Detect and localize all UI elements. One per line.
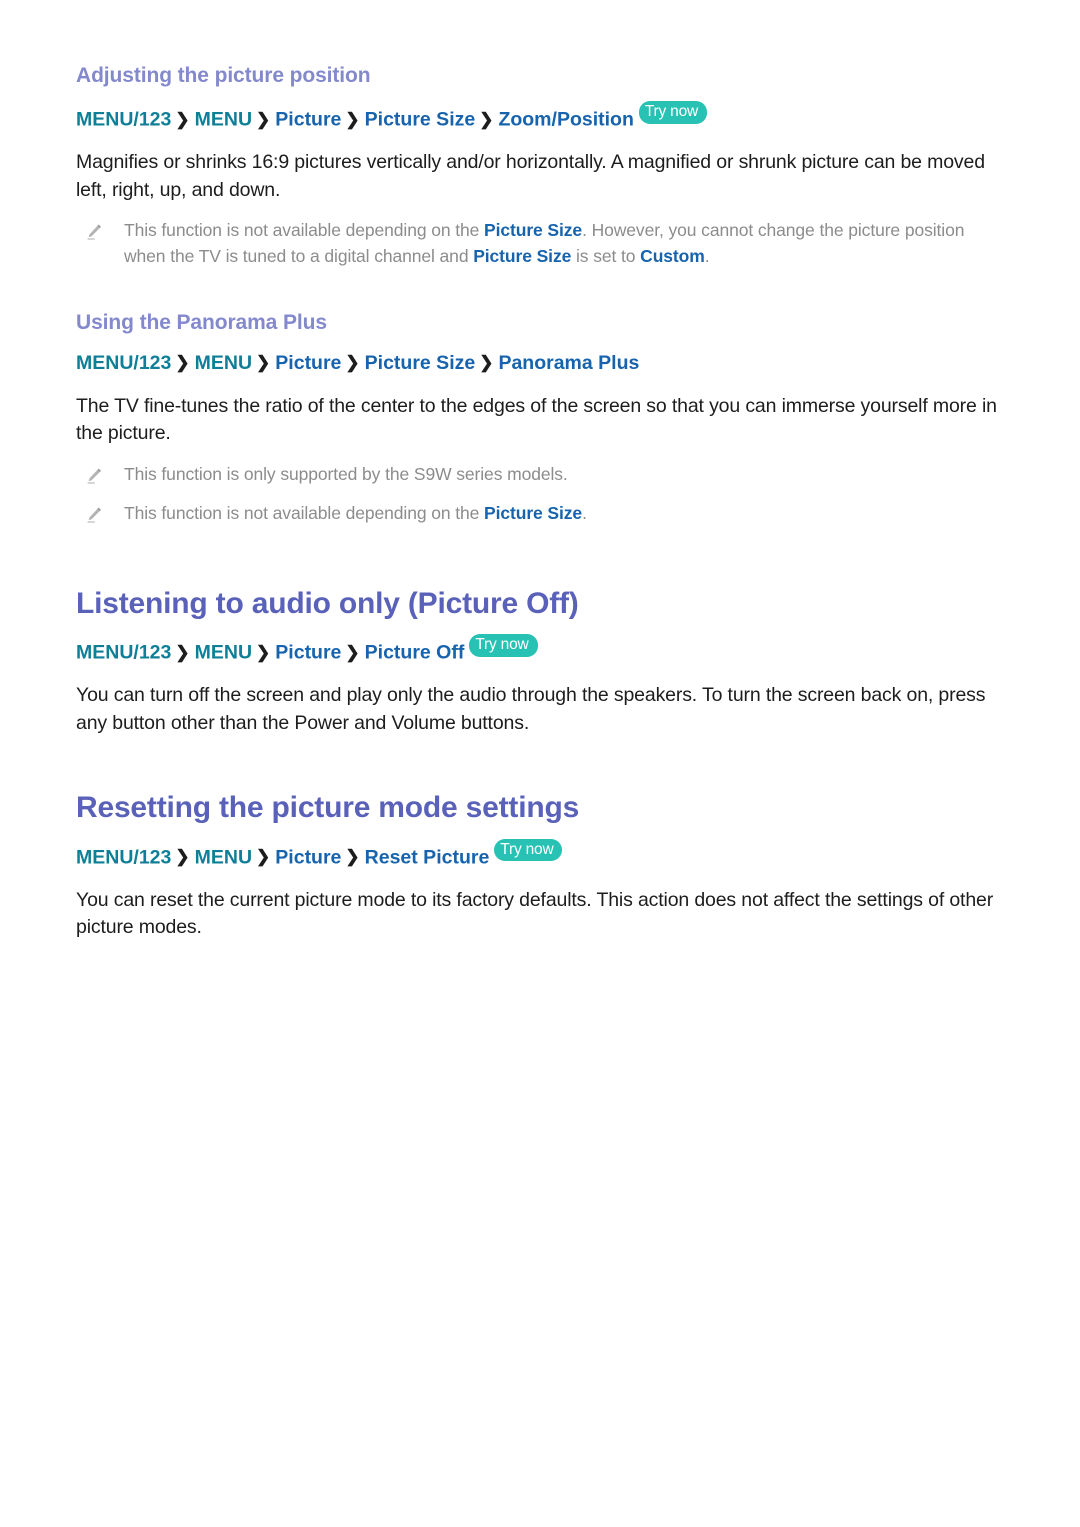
chevron-right-icon: ❯: [256, 847, 271, 867]
section-resetting-the-picture-mode-settings: Resetting the picture mode settings MENU…: [76, 789, 1020, 942]
manual-page: Adjusting the picture position MENU/123 ❯…: [0, 0, 1080, 1527]
breadcrumb-segment-reset-picture[interactable]: Reset Picture: [365, 846, 490, 868]
note-text-part: This function is not available depending…: [124, 220, 485, 241]
note-text-part: .: [704, 245, 710, 266]
breadcrumb-segment-menu[interactable]: MENU: [195, 109, 252, 131]
chevron-right-icon: ❯: [256, 642, 271, 662]
breadcrumb-segment-menu123[interactable]: MENU/123: [76, 846, 171, 868]
chevron-right-icon: ❯: [345, 109, 360, 129]
note-text: This function is not available depending…: [124, 501, 587, 526]
breadcrumb-segment-picture[interactable]: Picture: [275, 352, 341, 374]
note-text-part: is set to: [571, 245, 641, 266]
note-item: This function is not available depending…: [76, 218, 1020, 269]
breadcrumb-segment-menu[interactable]: MENU: [195, 846, 252, 868]
pencil-icon: [84, 222, 104, 242]
chevron-right-icon: ❯: [345, 353, 360, 373]
try-now-badge[interactable]: Try now: [469, 634, 538, 657]
section-heading: Using the Panorama Plus: [76, 311, 327, 335]
try-now-badge[interactable]: Try now: [638, 101, 708, 124]
breadcrumb-segment-menu123[interactable]: MENU/123: [76, 352, 171, 374]
menu-path-breadcrumb: MENU/123 ❯ MENU ❯ Picture ❯ Picture Size ❯ Zoom/…: [76, 101, 1020, 133]
section-heading: Adjusting the picture position: [76, 64, 371, 87]
section-paragraph: You can turn off the screen and play onl…: [76, 684, 986, 734]
breadcrumb-segment-menu123[interactable]: MENU/123: [76, 109, 171, 131]
menu-path-breadcrumb: MENU/123 ❯ MENU ❯ Picture ❯ Reset Picture Try n…: [76, 838, 1020, 871]
chevron-right-icon: ❯: [175, 353, 190, 373]
section-paragraph: The TV fine-tunes the ratio of the cente…: [76, 394, 997, 445]
chevron-right-icon: ❯: [479, 109, 494, 129]
breadcrumb-segment-menu[interactable]: MENU: [195, 352, 252, 374]
chevron-right-icon: ❯: [345, 642, 360, 662]
chevron-right-icon: ❯: [345, 847, 360, 867]
note-text-part: This function is not available depending…: [124, 503, 485, 524]
note-text: This function is not available depending…: [124, 218, 1004, 269]
breadcrumb-segment-picture[interactable]: Picture: [275, 642, 341, 664]
try-now-badge[interactable]: Try now: [494, 838, 563, 862]
note-emphasis-picture-size: Picture Size: [484, 220, 583, 241]
section-using-the-panorama-plus: Using the Panorama Plus MENU/123 ❯ MENU ❯ Pi…: [76, 309, 1020, 527]
breadcrumb-segment-menu[interactable]: MENU: [195, 642, 252, 664]
breadcrumb-segment-picture[interactable]: Picture: [275, 109, 341, 131]
breadcrumb-segment-picture[interactable]: Picture: [275, 846, 341, 868]
chevron-right-icon: ❯: [175, 847, 190, 867]
menu-path-breadcrumb: MENU/123 ❯ MENU ❯ Picture ❯ Picture Off Try now: [76, 634, 1020, 666]
chevron-right-icon: ❯: [479, 353, 494, 373]
section-paragraph: You can reset the current picture mode t…: [76, 888, 994, 939]
menu-path-breadcrumb: MENU/123 ❯ MENU ❯ Picture ❯ Picture Size ❯ Panor…: [76, 350, 1020, 376]
breadcrumb-segment-panorama-plus[interactable]: Panorama Plus: [498, 352, 639, 374]
breadcrumb-segment-menu123[interactable]: MENU/123: [76, 642, 171, 664]
pencil-icon: [84, 505, 104, 525]
note-emphasis-picture-size: Picture Size: [473, 245, 572, 266]
breadcrumb-segment-picture-size[interactable]: Picture Size: [365, 109, 476, 131]
page-title: Resetting the picture mode settings: [76, 791, 580, 825]
chevron-right-icon: ❯: [175, 109, 190, 129]
note-emphasis-picture-size: Picture Size: [484, 503, 583, 524]
note-text: This function is only supported by the S…: [124, 462, 568, 487]
note-text-part: This function is only supported by the S…: [124, 464, 568, 485]
chevron-right-icon: ❯: [256, 353, 271, 373]
breadcrumb-segment-picture-size[interactable]: Picture Size: [365, 352, 476, 374]
section-listening-to-audio-only: Listening to audio only (Picture Off) ME…: [76, 585, 1020, 738]
pencil-icon: [84, 466, 104, 486]
note-emphasis-custom: Custom: [640, 245, 705, 266]
section-paragraph: Magnifies or shrinks 16:9 pictures verti…: [76, 150, 985, 201]
chevron-right-icon: ❯: [175, 642, 190, 662]
page-title: Listening to audio only (Picture Off): [76, 586, 579, 620]
chevron-right-icon: ❯: [256, 109, 271, 129]
note-item: This function is only supported by the S…: [76, 462, 1020, 487]
note-text-part: .: [582, 503, 587, 524]
breadcrumb-segment-picture-off[interactable]: Picture Off: [365, 642, 465, 664]
section-adjusting-the-picture-position: Adjusting the picture position MENU/123 ❯…: [76, 62, 1020, 269]
note-item: This function is not available depending…: [76, 501, 1020, 526]
breadcrumb-segment-zoom-position[interactable]: Zoom/Position: [498, 109, 633, 131]
